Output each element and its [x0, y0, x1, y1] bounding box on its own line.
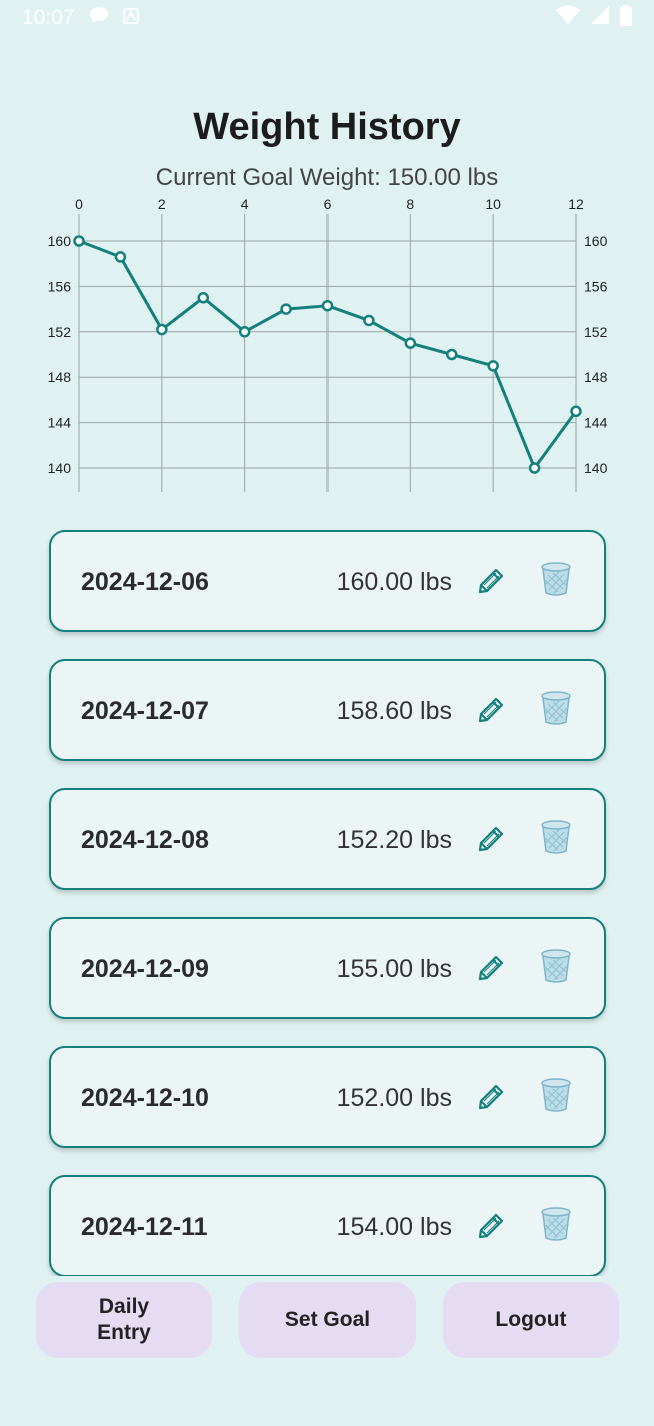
entry-weight: 152.00 lbs	[336, 1084, 452, 1112]
x-tick-label: 2	[158, 196, 166, 212]
weight-entry-list[interactable]: 2024-12-06 160.00 lbs 2024-12-07 158.60 lbs…	[0, 510, 654, 1276]
y-tick-label-right: 144	[584, 415, 608, 431]
data-point	[114, 251, 127, 263]
entry-date: 2024-12-08	[81, 826, 209, 854]
entry-weight: 155.00 lbs	[336, 955, 452, 983]
pencil-icon	[477, 822, 507, 857]
pencil-icon	[477, 564, 507, 599]
set-goal-button[interactable]: Set Goal	[239, 1282, 416, 1358]
data-point	[156, 323, 168, 336]
x-tick-label: 6	[324, 196, 332, 212]
delete-entry-button[interactable]	[538, 819, 574, 860]
data-point	[487, 360, 499, 372]
data-point	[238, 326, 251, 338]
trash-icon	[540, 1206, 572, 1247]
weight-entry-card[interactable]: 2024-12-10 152.00 lbs	[49, 1046, 606, 1148]
pencil-icon	[477, 951, 507, 986]
pencil-icon	[477, 1080, 507, 1115]
trash-icon	[540, 690, 572, 731]
weight-entry-card[interactable]: 2024-12-09 155.00 lbs	[49, 917, 606, 1019]
data-point	[363, 314, 375, 327]
cell-signal-icon	[590, 5, 610, 31]
y-tick-label-right: 156	[584, 278, 608, 294]
entry-date: 2024-12-09	[81, 955, 209, 983]
data-point	[570, 405, 582, 417]
trash-icon	[540, 819, 572, 860]
y-tick-label-left: 144	[48, 415, 72, 431]
battery-icon	[620, 4, 632, 32]
a-notification-icon	[122, 6, 139, 30]
trash-icon	[540, 948, 572, 989]
edit-entry-button[interactable]	[475, 822, 509, 856]
status-left: 10:07	[22, 6, 139, 30]
weight-entry-card[interactable]: 2024-12-06 160.00 lbs	[49, 530, 606, 632]
logout-label: Logout	[495, 1308, 567, 1331]
edit-entry-button[interactable]	[475, 1080, 509, 1114]
entry-date: 2024-12-06	[81, 568, 209, 596]
data-point	[197, 292, 209, 304]
goal-weight-text: Current Goal Weight: 150.00 lbs	[155, 164, 499, 191]
pencil-icon	[477, 1209, 507, 1244]
entry-date: 2024-12-10	[81, 1084, 209, 1112]
wifi-icon	[556, 5, 580, 31]
y-tick-label-right: 152	[584, 324, 608, 340]
x-tick-label: 10	[485, 196, 501, 212]
edit-entry-button[interactable]	[475, 951, 509, 985]
pencil-icon	[477, 693, 507, 728]
set-goal-label: Set Goal	[284, 1308, 371, 1331]
page-title: Weight History	[193, 106, 461, 148]
data-point	[73, 235, 85, 247]
daily-entry-button[interactable]: Daily Entry	[36, 1282, 212, 1358]
chat-bubble-icon	[89, 6, 109, 30]
status-right	[556, 4, 632, 32]
x-tick-label: 0	[75, 196, 83, 212]
status-bar: 10:07	[0, 0, 654, 36]
y-tick-label-left: 152	[48, 324, 72, 340]
y-tick-label-left: 140	[48, 460, 72, 476]
daily-entry-label: Daily Entry	[97, 1295, 151, 1344]
trash-icon	[540, 561, 572, 602]
trash-icon	[540, 1077, 572, 1118]
x-tick-label: 8	[406, 196, 414, 212]
entry-date: 2024-12-11	[81, 1213, 208, 1241]
edit-entry-button[interactable]	[475, 564, 509, 598]
weight-entry-card[interactable]: 2024-12-07 158.60 lbs	[49, 659, 606, 761]
y-tick-label-right: 140	[584, 460, 608, 476]
entry-weight: 160.00 lbs	[336, 568, 452, 596]
data-point	[404, 337, 417, 349]
data-point	[280, 303, 292, 315]
weight-entry-card[interactable]: 2024-12-11 154.00 lbs	[49, 1175, 606, 1276]
data-point	[321, 299, 334, 312]
delete-entry-button[interactable]	[538, 1206, 574, 1247]
y-tick-label-left: 160	[48, 233, 72, 249]
y-tick-label-right: 148	[584, 369, 608, 385]
y-tick-label-left: 156	[48, 278, 72, 294]
y-tick-label-right: 160	[584, 233, 608, 249]
logout-button[interactable]: Logout	[443, 1282, 619, 1358]
weight-line-chart: 0 2 4 6 8 10 12 140 140 144 144 148 148 152 152 156 156 1…	[48, 196, 608, 492]
delete-entry-button[interactable]	[538, 1077, 574, 1118]
x-tick-label: 4	[241, 196, 249, 212]
entry-date: 2024-12-07	[81, 697, 209, 725]
delete-entry-button[interactable]	[538, 948, 574, 989]
delete-entry-button[interactable]	[538, 561, 574, 602]
entry-weight: 158.60 lbs	[336, 697, 452, 725]
delete-entry-button[interactable]	[538, 690, 574, 731]
data-point	[528, 462, 541, 474]
weight-entry-card[interactable]: 2024-12-08 152.20 lbs	[49, 788, 606, 890]
x-tick-label: 12	[568, 196, 584, 212]
edit-entry-button[interactable]	[475, 1209, 509, 1243]
y-tick-label-left: 148	[48, 369, 72, 385]
status-time: 10:07	[22, 6, 75, 29]
entry-weight: 154.00 lbs	[336, 1213, 452, 1241]
edit-entry-button[interactable]	[475, 693, 509, 727]
entry-weight: 152.20 lbs	[336, 826, 452, 854]
data-point	[446, 348, 458, 361]
